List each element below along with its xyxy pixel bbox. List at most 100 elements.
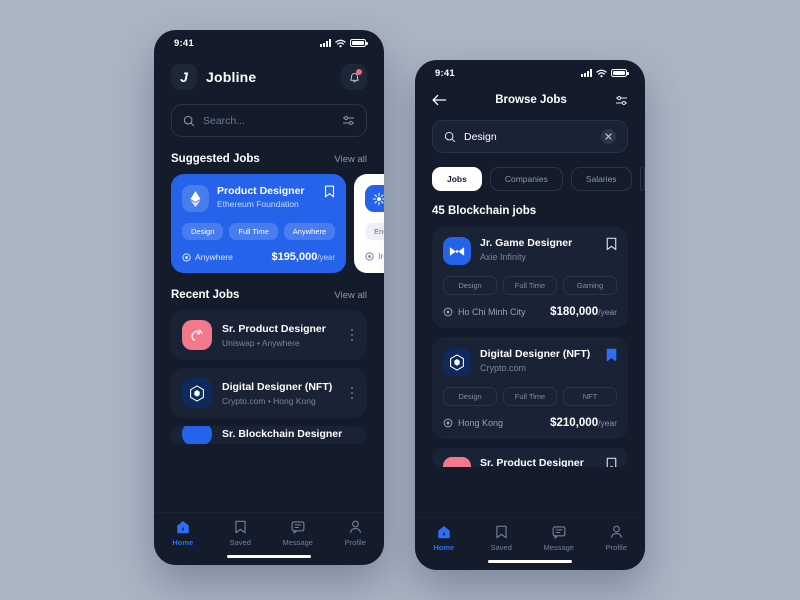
tab-saved[interactable]: Saved bbox=[477, 525, 525, 552]
suggested-section-header: Suggested Jobs View all bbox=[154, 153, 384, 165]
navigation-bar: Browse Jobs bbox=[415, 86, 645, 106]
job-tag: Full Time bbox=[503, 276, 557, 295]
recent-jobs-list: Sr. Product Designer Uniswap • Anywhere … bbox=[154, 310, 384, 444]
tab-home[interactable]: Home bbox=[159, 520, 207, 547]
tab-message[interactable]: Message bbox=[274, 520, 322, 547]
bookmark-icon bbox=[235, 520, 246, 533]
notification-button[interactable] bbox=[341, 64, 367, 90]
bookmark-icon[interactable] bbox=[606, 457, 617, 467]
job-tag: Design bbox=[182, 223, 224, 240]
home-icon bbox=[437, 525, 450, 538]
search-value: Design bbox=[464, 130, 497, 143]
chip-jobs[interactable]: Jobs bbox=[432, 167, 482, 191]
tab-saved[interactable]: Saved bbox=[216, 520, 264, 547]
uniswap-icon bbox=[443, 457, 471, 467]
search-placeholder: Search... bbox=[203, 114, 246, 127]
list-item[interactable]: Sr. Product Designer Uniswap • Anywhere bbox=[171, 310, 367, 360]
cryptocom-icon bbox=[182, 378, 212, 408]
tab-profile[interactable]: Profile bbox=[592, 525, 640, 552]
more-vertical-icon[interactable] bbox=[348, 387, 356, 399]
bottom-navigation: Home Saved Message Profile bbox=[154, 511, 384, 547]
job-company: Crypto.com bbox=[480, 363, 527, 373]
clear-search-button[interactable] bbox=[601, 129, 616, 144]
job-salary: $180,000/year bbox=[550, 306, 617, 318]
bookmark-icon[interactable] bbox=[324, 185, 335, 198]
chip-companies[interactable]: Companies bbox=[489, 167, 563, 191]
blue-icon bbox=[182, 426, 212, 444]
job-tags: Design Full Time Gaming bbox=[443, 276, 617, 295]
message-icon bbox=[291, 520, 305, 534]
search-input[interactable]: Search... bbox=[171, 104, 367, 137]
chip-salaries[interactable]: Salaries bbox=[570, 167, 632, 191]
job-card[interactable]: Jr. Game Designer Axie Infinity Design F… bbox=[432, 226, 628, 328]
person-icon bbox=[349, 520, 361, 533]
home-indicator bbox=[415, 551, 645, 570]
job-tag: Design bbox=[443, 387, 497, 406]
filter-icon[interactable] bbox=[342, 115, 355, 126]
chip-more[interactable] bbox=[639, 167, 645, 191]
job-card[interactable]: Digital Designer (NFT) Crypto.com Design… bbox=[432, 337, 628, 439]
home-indicator bbox=[154, 546, 384, 565]
bookmark-icon[interactable] bbox=[606, 237, 617, 251]
tab-home[interactable]: Home bbox=[420, 525, 468, 552]
status-time: 9:41 bbox=[174, 37, 194, 49]
view-all-link[interactable]: View all bbox=[334, 290, 367, 301]
job-tag: Gaming bbox=[563, 276, 617, 295]
job-company: Ethereum Foundation bbox=[217, 199, 299, 209]
search-input[interactable]: Design bbox=[432, 120, 628, 153]
job-tag: Engin bbox=[365, 223, 384, 240]
list-item[interactable]: Digital Designer (NFT) Crypto.com • Hong… bbox=[171, 368, 367, 418]
uniswap-icon bbox=[182, 320, 212, 350]
location-icon bbox=[365, 251, 374, 261]
section-title: Suggested Jobs bbox=[171, 153, 260, 165]
bookmark-filled-icon[interactable] bbox=[606, 348, 617, 362]
filter-icon[interactable] bbox=[615, 95, 628, 106]
location-icon bbox=[443, 418, 453, 428]
job-card[interactable]: Sr. Product Designer bbox=[432, 448, 628, 467]
recent-section-header: Recent Jobs View all bbox=[154, 289, 384, 301]
results-count: 45 Blockchain jobs bbox=[432, 205, 537, 217]
list-item[interactable]: Sr. Blockchain Designer bbox=[171, 426, 367, 444]
job-subtitle: Uniswap • Anywhere bbox=[222, 337, 300, 348]
view-all-link[interactable]: View all bbox=[334, 154, 367, 165]
more-vertical-icon[interactable] bbox=[348, 329, 356, 341]
close-icon bbox=[605, 133, 612, 140]
suggested-job-card[interactable]: Engin Irel bbox=[354, 174, 384, 273]
job-tag: Design bbox=[443, 276, 497, 295]
job-location-label: Irel bbox=[378, 251, 384, 261]
salary-unit: /year bbox=[598, 418, 617, 428]
job-location-label: Hong Kong bbox=[458, 418, 504, 428]
app-header: J Jobline bbox=[154, 56, 384, 90]
job-subtitle: Crypto.com • Hong Kong bbox=[222, 395, 316, 406]
axie-icon bbox=[443, 237, 471, 265]
salary-amount: $210,000 bbox=[550, 417, 599, 429]
bookmark-icon bbox=[496, 525, 507, 538]
job-title: Digital Designer (NFT) bbox=[480, 348, 591, 360]
brand-name: Jobline bbox=[206, 69, 257, 85]
tab-message[interactable]: Message bbox=[535, 525, 583, 552]
tab-label: Message bbox=[282, 537, 313, 547]
arrow-left-icon[interactable] bbox=[432, 94, 447, 106]
signal-icon bbox=[320, 39, 331, 47]
job-tags: Design Full Time Anywhere bbox=[182, 223, 336, 240]
job-company: Axie Infinity bbox=[480, 252, 527, 262]
signal-icon bbox=[581, 69, 592, 77]
job-salary: $195,000/year bbox=[271, 251, 335, 263]
notification-badge bbox=[356, 69, 362, 75]
job-title: Digital Designer (NFT) bbox=[222, 380, 333, 393]
search-icon bbox=[444, 131, 456, 142]
job-title: Product Designer bbox=[217, 185, 305, 197]
salary-unit: /year bbox=[598, 307, 617, 317]
person-icon bbox=[610, 525, 622, 538]
suggested-job-card[interactable]: Product Designer Ethereum Foundation Des… bbox=[171, 174, 347, 273]
suggested-carousel[interactable]: Product Designer Ethereum Foundation Des… bbox=[154, 174, 384, 273]
tab-profile[interactable]: Profile bbox=[331, 520, 379, 547]
page-title: Browse Jobs bbox=[495, 94, 567, 106]
job-location: Irel bbox=[365, 251, 384, 261]
cryptocom-icon bbox=[443, 348, 471, 376]
ethereum-icon bbox=[182, 185, 209, 212]
wifi-icon bbox=[335, 39, 346, 47]
tab-label: Profile bbox=[344, 537, 366, 547]
tab-label: Profile bbox=[605, 542, 627, 552]
job-tag: NFT bbox=[563, 387, 617, 406]
